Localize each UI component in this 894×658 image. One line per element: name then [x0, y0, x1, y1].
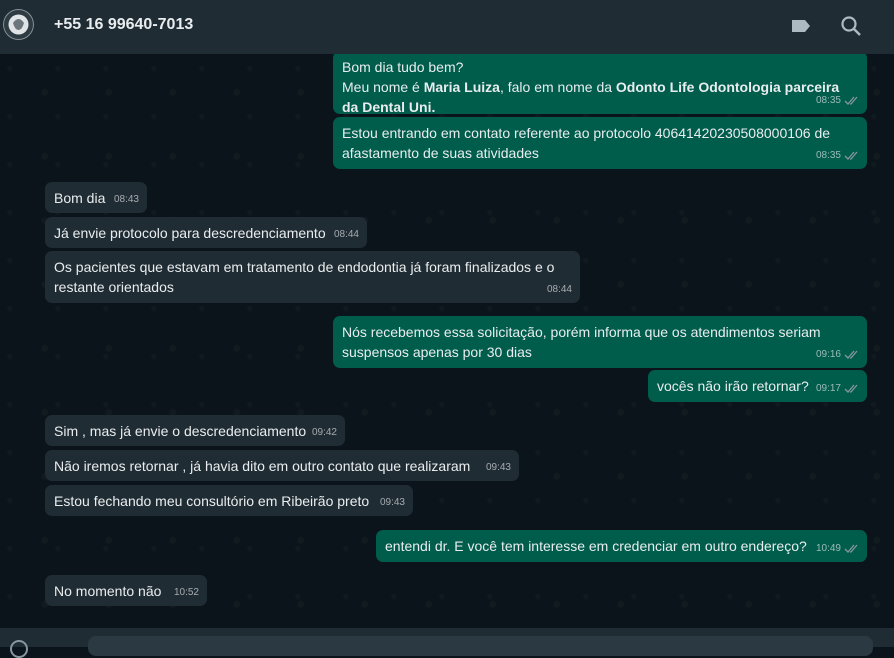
message-text: Os pacientes que estavam em tratamento d…	[54, 259, 555, 275]
message-outgoing[interactable]: entendi dr. E você tem interesse em cred…	[376, 530, 867, 562]
message-meta: 09:42	[311, 427, 337, 438]
search-icon[interactable]	[839, 14, 863, 38]
message-text: Estou fechando meu consultório em Ribeir…	[54, 493, 370, 509]
contact-name[interactable]: +55 16 99640-7013	[54, 16, 193, 34]
double-check-icon	[844, 544, 858, 553]
message-incoming[interactable]: Bom dia 08:43	[45, 182, 147, 213]
message-meta: 08:35	[816, 146, 859, 166]
message-outgoing[interactable]: vocês não irão retornar? 09:17	[648, 370, 867, 402]
message-outgoing[interactable]: Bom dia tudo bem? Meu nome é Maria Luiza…	[333, 54, 867, 115]
message-meta: 08:44	[333, 229, 359, 240]
message-text: Bom dia tudo bem?	[342, 59, 464, 75]
message-text: restante orientados	[54, 279, 174, 295]
message-list[interactable]: Bom dia tudo bem? Meu nome é Maria Luiza…	[0, 54, 894, 628]
chat-header: +55 16 99640-7013	[0, 0, 894, 54]
message-text: suspensos apenas por 30 dias	[342, 344, 532, 360]
emoji-icon[interactable]	[10, 640, 28, 658]
message-text: vocês não irão retornar?	[657, 378, 809, 394]
double-check-icon	[844, 96, 858, 105]
message-text: Meu nome é Maria Luiza, falo em nome da …	[342, 79, 840, 95]
message-text: entendi dr. E você tem interesse em cred…	[385, 538, 807, 554]
message-incoming[interactable]: Sim , mas já envie o descredenciamento 0…	[45, 415, 345, 446]
message-outgoing[interactable]: Nós recebemos essa solicitação, porém in…	[333, 316, 867, 368]
message-input[interactable]	[88, 636, 873, 656]
message-meta: 09:16	[816, 345, 859, 365]
avatar-logo-icon	[3, 9, 34, 40]
message-meta: 09:17	[816, 379, 859, 399]
message-meta: 08:35	[816, 91, 859, 111]
message-meta: 08:43	[113, 194, 139, 205]
message-incoming[interactable]: Já envie protocolo para descredenciament…	[45, 217, 367, 248]
message-text: da Dental Uni.	[342, 99, 436, 115]
message-outgoing[interactable]: Estou entrando em contato referente ao p…	[333, 117, 867, 169]
message-text: Estou entrando em contato referente ao p…	[342, 125, 831, 141]
message-incoming[interactable]: Os pacientes que estavam em tratamento d…	[45, 251, 580, 303]
message-text: No momento não	[54, 583, 162, 599]
double-check-icon	[844, 350, 858, 359]
message-meta: 10:49	[816, 539, 859, 559]
message-text: Nós recebemos essa solicitação, porém in…	[342, 324, 821, 340]
message-meta: 10:52	[173, 587, 199, 598]
double-check-icon	[844, 384, 858, 393]
message-incoming[interactable]: Não iremos retornar , já havia dito em o…	[45, 450, 519, 481]
message-text: Já envie protocolo para descredenciament…	[54, 225, 326, 241]
message-text: afastamento de suas atividades	[342, 145, 539, 161]
message-incoming[interactable]: No momento não 10:52	[45, 575, 207, 606]
message-text: Bom dia	[54, 190, 106, 206]
avatar[interactable]	[3, 9, 34, 40]
message-meta: 09:43	[485, 462, 511, 473]
message-text: Sim , mas já envie o descredenciamento	[54, 423, 307, 439]
message-incoming[interactable]: Estou fechando meu consultório em Ribeir…	[45, 485, 413, 516]
message-meta: 08:44	[546, 284, 572, 295]
label-icon[interactable]	[789, 14, 813, 38]
double-check-icon	[844, 151, 858, 160]
message-meta: 09:43	[379, 497, 405, 508]
message-text: Não iremos retornar , já havia dito em o…	[54, 458, 471, 474]
composer-bar	[0, 628, 894, 658]
